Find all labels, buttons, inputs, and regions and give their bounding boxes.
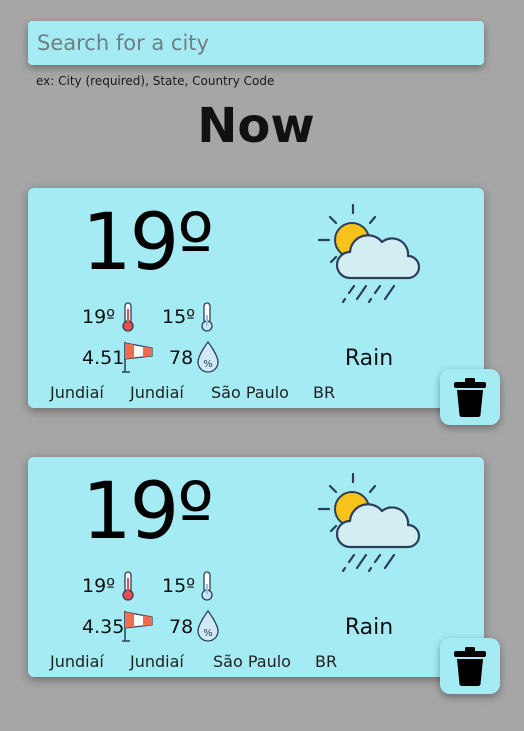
location-state: São Paulo [211,383,289,402]
search-input[interactable] [28,21,484,65]
windsock-icon [122,342,153,373]
location-district: Jundiaí [130,383,184,402]
page-title: Now [197,98,315,154]
humidity: 78 [169,616,194,638]
wind-speed: 4.35 [82,616,125,638]
location-district: Jundiaí [130,652,184,671]
wind-speed: 4.51 [82,347,125,369]
windsock-icon [122,611,153,642]
max-temperature: 19º [82,306,116,328]
thermometer-cold-icon [201,302,213,332]
humidity-drop-icon: % [197,340,219,373]
humidity-drop-icon: % [197,609,219,642]
location-state: São Paulo [213,652,291,671]
weather-card: 19º 19º 15º 4.35 78 % Rain Jundiaí Jundi… [28,457,484,677]
partly-cloudy-rain-icon [317,203,421,304]
thermometer-hot-icon [122,302,134,332]
location-country: BR [315,652,338,671]
trash-icon [454,647,486,686]
partly-cloudy-rain-icon [317,472,421,573]
location-city: Jundiaí [50,383,104,402]
thermometer-hot-icon [122,571,134,601]
min-temperature: 15º [162,575,196,597]
location-country: BR [313,383,336,402]
max-temperature: 19º [82,575,116,597]
search-bar [28,21,484,65]
delete-card-button[interactable] [440,638,500,694]
weather-condition: Rain [344,615,394,640]
search-hint: ex: City (required), State, Country Code [36,74,275,88]
thermometer-cold-icon [201,571,213,601]
humidity: 78 [169,347,194,369]
trash-icon [454,378,486,417]
svg-text:%: % [203,628,213,639]
current-temperature: 19º [82,198,214,288]
weather-card: 19º 19º 15º 4.51 78 % Rain Jundiaí Jundi… [28,188,484,408]
location-city: Jundiaí [50,652,104,671]
delete-card-button[interactable] [440,369,500,425]
weather-condition: Rain [344,346,394,371]
current-temperature: 19º [82,467,214,557]
min-temperature: 15º [162,306,196,328]
svg-text:%: % [203,359,213,370]
